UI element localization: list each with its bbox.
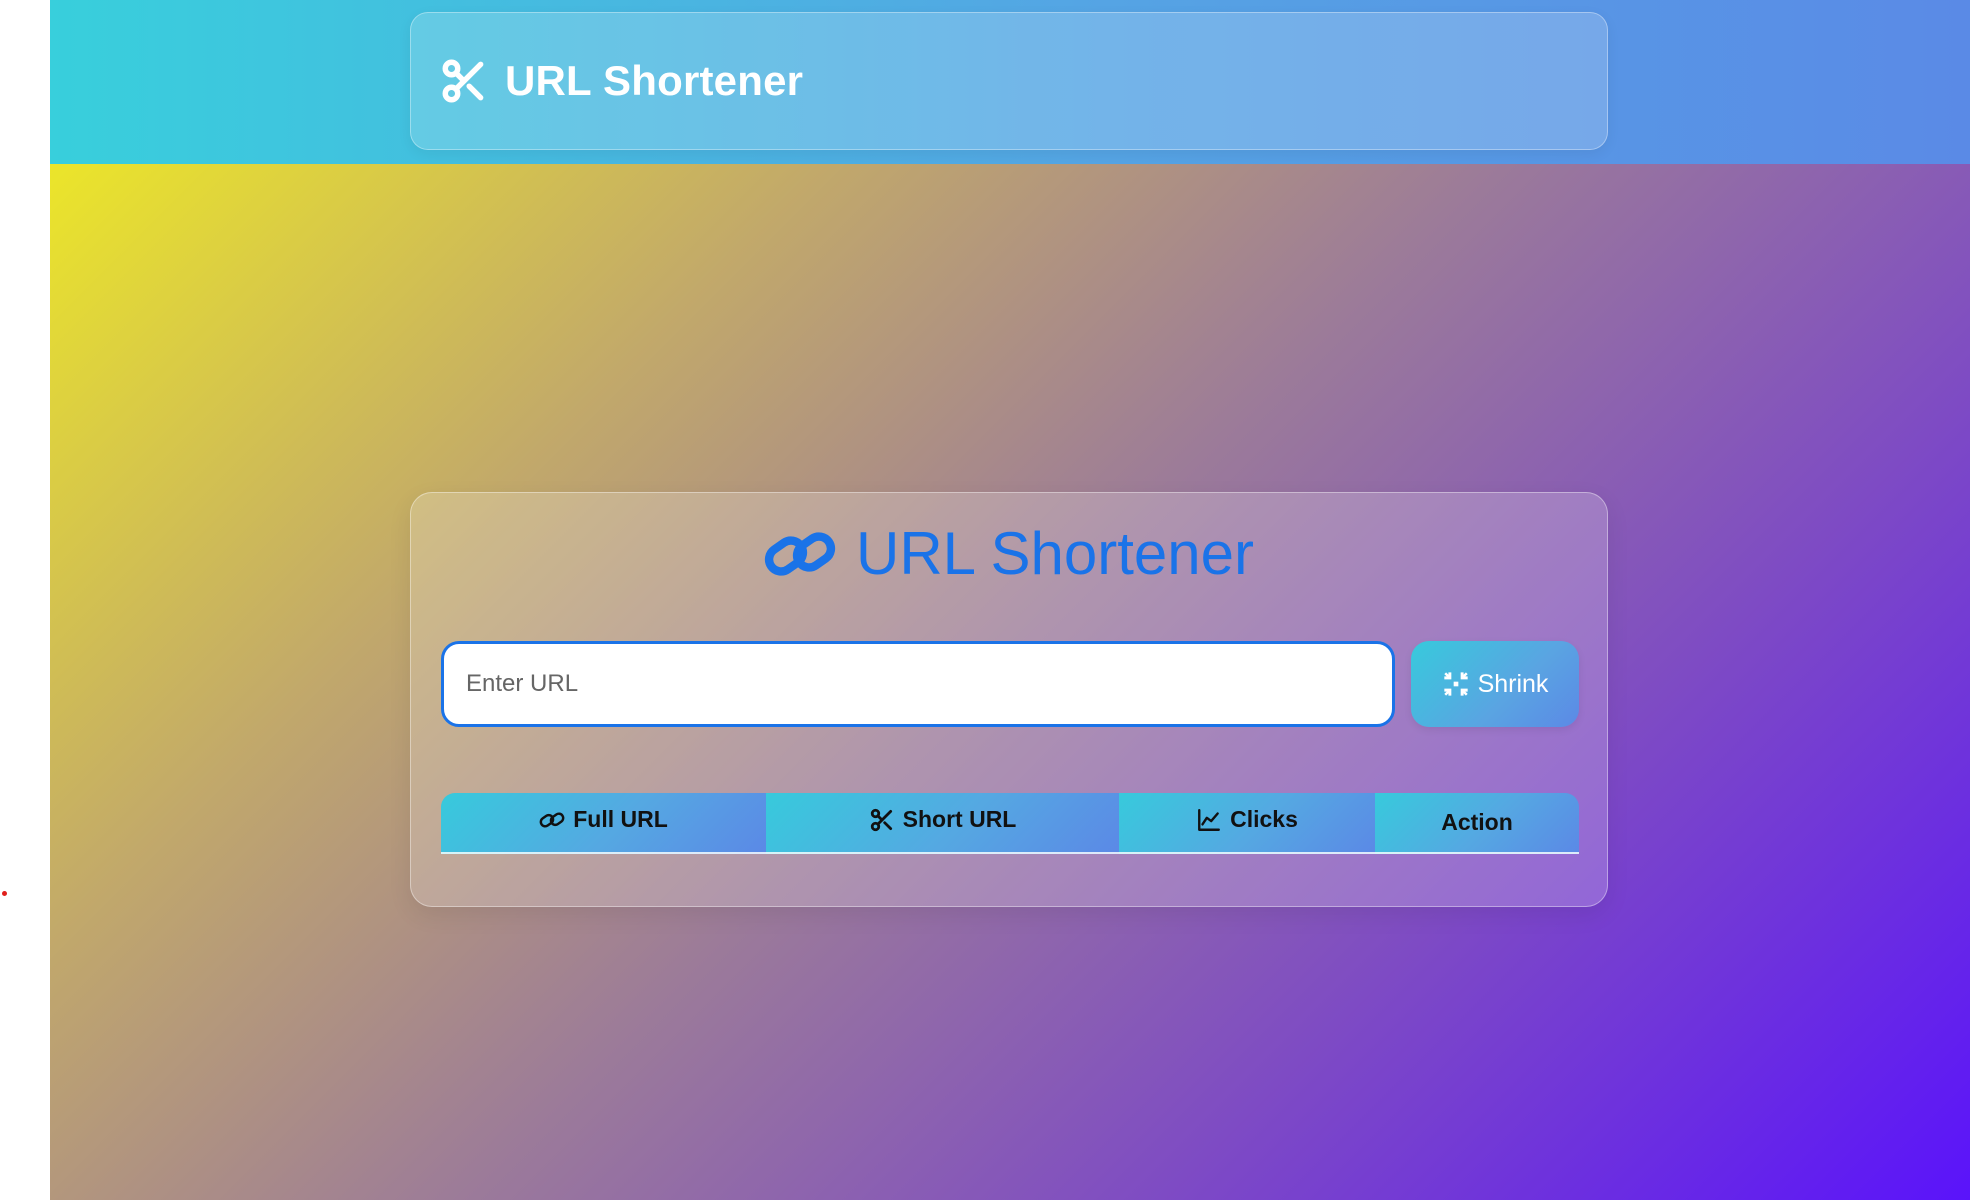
top-navbar: URL Shortener (50, 0, 1970, 164)
shrink-button[interactable]: Shrink (1411, 641, 1579, 727)
shortener-card: URL Shortener Shrink (410, 492, 1608, 907)
url-input[interactable] (441, 641, 1395, 727)
column-header-short-url: Short URL (766, 793, 1119, 854)
link-icon (539, 807, 565, 833)
table-header-row: Full URL Short URL Clicks Action (441, 793, 1579, 854)
column-header-label: Action (1441, 809, 1513, 835)
navbar-brand-title: URL Shortener (505, 57, 804, 104)
column-header-label: Short URL (902, 806, 1017, 833)
urls-table: Full URL Short URL Clicks Action (441, 793, 1579, 854)
link-icon (764, 525, 836, 583)
scissors-icon (439, 56, 489, 106)
card-heading: URL Shortener (411, 519, 1607, 588)
left-gutter (0, 0, 50, 1200)
column-header-clicks: Clicks (1119, 793, 1375, 854)
column-header-action: Action (1375, 793, 1579, 854)
navbar-brand-link[interactable]: URL Shortener (439, 56, 803, 106)
page-title: URL Shortener (856, 520, 1254, 587)
column-header-full-url: Full URL (441, 793, 766, 854)
column-header-label: Full URL (573, 806, 668, 833)
shrink-button-label: Shrink (1477, 669, 1549, 698)
compress-icon (1442, 670, 1470, 698)
scissors-icon (869, 807, 895, 833)
navbar-card: URL Shortener (410, 12, 1608, 150)
column-header-label: Clicks (1230, 806, 1298, 833)
page-background: URL Shortener URL Shortener Enter URL Sh… (50, 0, 1970, 1200)
red-dot-marker (2, 891, 7, 896)
chart-line-icon (1196, 807, 1222, 833)
